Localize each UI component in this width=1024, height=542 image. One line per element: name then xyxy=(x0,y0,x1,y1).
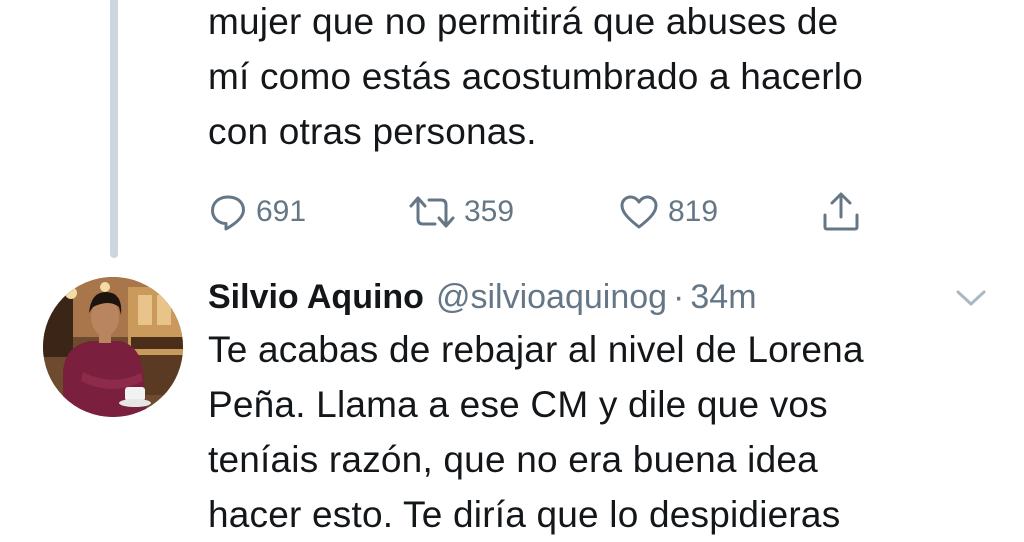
avatar[interactable] xyxy=(43,277,183,417)
tweet-header: Silvio Aquino @silvioaquinog · 34m xyxy=(208,274,968,320)
share-button[interactable] xyxy=(820,188,862,236)
speech-bubble-icon xyxy=(208,192,248,232)
display-name[interactable]: Silvio Aquino xyxy=(208,278,424,317)
like-count: 819 xyxy=(668,195,719,228)
reply-tweet-text: Te acabas de rebajar al nivel de Lorena … xyxy=(208,329,864,535)
chevron-down-icon xyxy=(956,290,986,306)
user-handle[interactable]: @silvioaquinog xyxy=(436,278,667,317)
tweet-menu-button[interactable] xyxy=(954,286,988,310)
retweet-button[interactable]: 359 xyxy=(408,188,514,236)
share-upload-icon xyxy=(820,191,862,233)
profile-photo xyxy=(43,277,183,417)
like-button[interactable]: 819 xyxy=(618,188,718,236)
retweet-arrows-icon xyxy=(408,192,456,232)
tweet-action-bar: 691 359 819 xyxy=(208,188,908,236)
reply-button[interactable]: 691 xyxy=(208,188,306,236)
thread-connector-line xyxy=(110,0,118,258)
previous-tweet-text: mujer que no permitirá que abuses de mí … xyxy=(208,1,864,152)
timestamp[interactable]: 34m xyxy=(690,278,756,317)
heart-icon xyxy=(618,192,660,232)
separator-dot: · xyxy=(673,277,685,316)
reply-count: 691 xyxy=(256,195,307,228)
retweet-count: 359 xyxy=(464,195,515,228)
